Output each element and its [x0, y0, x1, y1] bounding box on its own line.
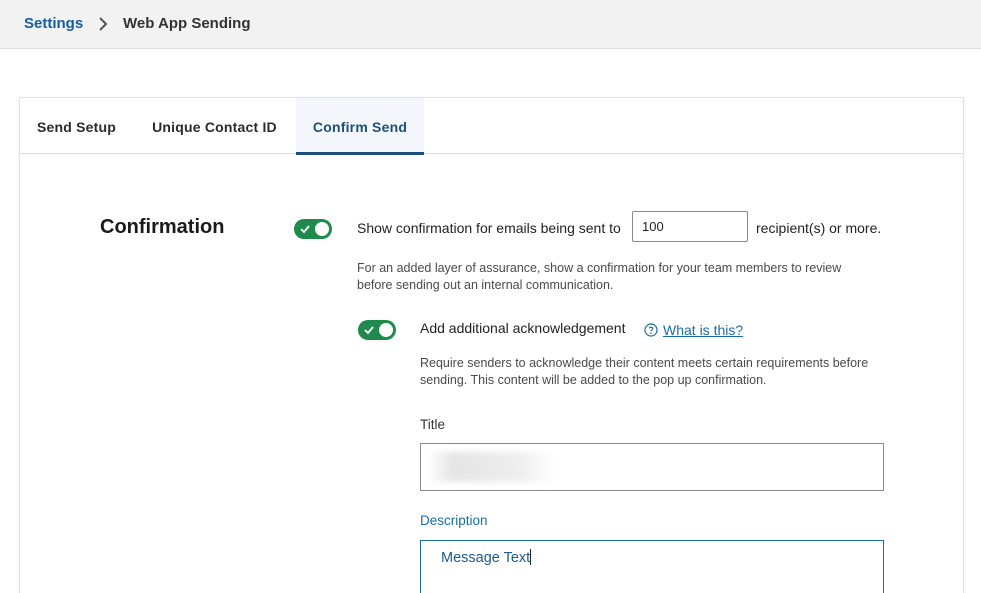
- tab-confirm-send[interactable]: Confirm Send: [296, 98, 424, 155]
- title-input[interactable]: [420, 443, 884, 491]
- tab-bar: Send Setup Unique Contact ID Confirm Sen…: [20, 98, 963, 155]
- acknowledgement-label: Add additional acknowledgement: [420, 320, 626, 336]
- settings-card: Send Setup Unique Contact ID Confirm Sen…: [19, 97, 964, 593]
- redacted-title-value: [427, 452, 557, 482]
- check-icon: [300, 225, 310, 234]
- title-field-label: Title: [420, 417, 446, 432]
- description-textarea[interactable]: Message Text: [420, 540, 884, 593]
- recipient-threshold-input[interactable]: [632, 211, 748, 242]
- acknowledgement-help-text: Require senders to acknowledge their con…: [420, 356, 869, 387]
- toggle-knob: [379, 323, 393, 337]
- what-is-this-text[interactable]: What is this?: [663, 322, 743, 338]
- breadcrumb-settings-link[interactable]: Settings: [24, 15, 83, 32]
- description-field-label: Description: [420, 513, 488, 528]
- tab-send-setup[interactable]: Send Setup: [20, 98, 133, 154]
- chevron-right-icon: [99, 17, 108, 31]
- what-is-this-link[interactable]: What is this?: [644, 322, 743, 338]
- confirmation-label: Show confirmation for emails being sent …: [357, 220, 621, 236]
- text-caret: [530, 549, 532, 565]
- tab-unique-contact-id[interactable]: Unique Contact ID: [133, 98, 296, 154]
- section-title-confirmation: Confirmation: [100, 216, 225, 238]
- check-icon: [364, 326, 374, 335]
- description-text: Message Text: [441, 550, 531, 566]
- help-circle-icon: [644, 323, 658, 337]
- acknowledgement-toggle[interactable]: [358, 320, 396, 340]
- confirmation-toggle[interactable]: [294, 219, 332, 239]
- top-bar: Settings Web App Sending: [0, 0, 981, 49]
- breadcrumb-current: Web App Sending: [123, 15, 251, 32]
- toggle-knob: [315, 222, 329, 236]
- confirmation-label-suffix: recipient(s) or more.: [756, 220, 882, 236]
- confirmation-help-text: For an added layer of assurance, show a …: [357, 261, 842, 292]
